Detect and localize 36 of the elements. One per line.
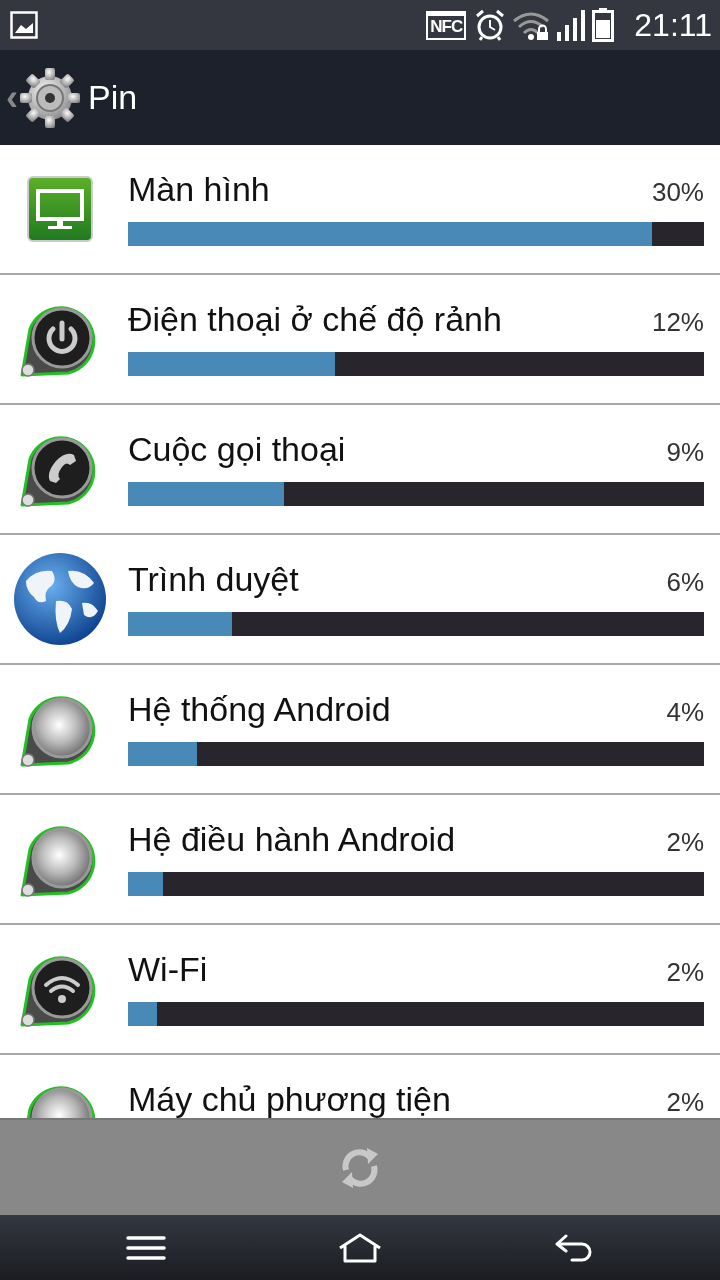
nfc-icon: NFC xyxy=(426,10,467,40)
usage-row[interactable]: Hệ thống Android 4% xyxy=(0,665,720,795)
app-name: Điện thoại ở chế độ rảnh xyxy=(128,300,502,339)
usage-percent: 6% xyxy=(666,567,704,598)
home-button[interactable] xyxy=(337,1232,383,1263)
screen-title: Pin xyxy=(88,78,138,117)
app-name: Trình duyệt xyxy=(128,560,299,599)
usage-percent: 4% xyxy=(666,697,704,728)
app-name: Hệ điều hành Android xyxy=(128,820,456,859)
gear-icon xyxy=(18,65,82,130)
usage-row[interactable]: Điện thoại ở chế độ rảnh 12% xyxy=(0,275,720,405)
app-name: Wi-Fi xyxy=(128,950,208,989)
usage-row[interactable]: Wi-Fi 2% xyxy=(0,925,720,1055)
app-name: Hệ thống Android xyxy=(128,690,391,729)
picture-icon xyxy=(10,11,38,39)
globe-icon xyxy=(12,551,108,647)
usage-row[interactable]: Màn hình 30% xyxy=(0,145,720,275)
menu-button[interactable] xyxy=(125,1234,166,1261)
back-button[interactable]: ‹ xyxy=(6,65,82,130)
app-name: Máy chủ phương tiện xyxy=(128,1080,451,1118)
usage-percent: 2% xyxy=(666,827,704,858)
usage-percent: 9% xyxy=(666,437,704,468)
usage-percent: 2% xyxy=(666,957,704,988)
usage-row[interactable]: Cuộc gọi thoại 9% xyxy=(0,405,720,535)
battery-icon xyxy=(592,8,615,42)
signal-icon xyxy=(556,9,587,41)
usage-percent: 2% xyxy=(666,1087,704,1118)
wifi-icon xyxy=(512,10,551,40)
app-name: Cuộc gọi thoại xyxy=(128,430,346,469)
app-name: Màn hình xyxy=(128,170,270,209)
usage-percent: 30% xyxy=(651,177,704,208)
usage-row[interactable]: Trình duyệt 6% xyxy=(0,535,720,665)
alarm-clock-icon xyxy=(474,9,507,41)
usage-percent: 12% xyxy=(651,307,704,338)
clock-time: 21:11 xyxy=(634,6,712,44)
usage-row[interactable]: Hệ điều hành Android 2% xyxy=(0,795,720,925)
